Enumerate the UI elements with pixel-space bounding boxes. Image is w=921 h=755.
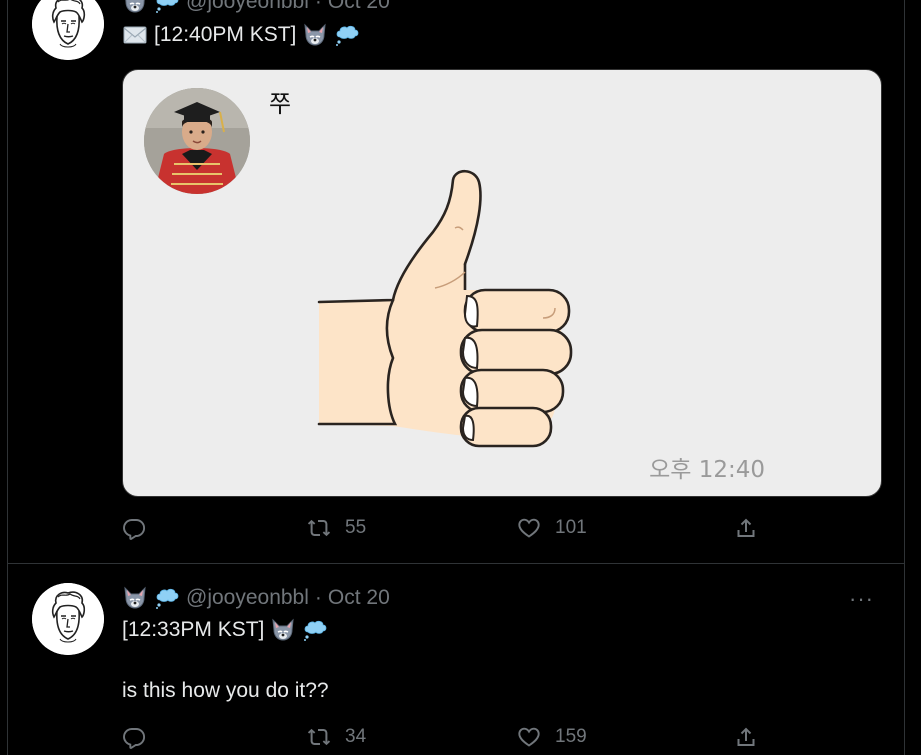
tweet[interactable]: @jooyeonbbl · Oct 20 ··· [12:33PM KST] i… (8, 564, 904, 755)
tweet-actions: 34 159 (122, 725, 772, 755)
heart-icon (517, 725, 541, 749)
tweet-body: is this how you do it?? (122, 679, 329, 702)
thought-balloon-emoji-icon (154, 0, 180, 14)
tweet[interactable]: @jooyeonbbl · Oct 20 [12:40PM KST] 쭈 오후 … (8, 0, 904, 564)
chat-sender-avatar (144, 88, 250, 194)
tweet-date[interactable]: Oct 20 (328, 586, 390, 610)
like-count: 101 (555, 517, 587, 538)
more-options-button[interactable]: ··· (849, 586, 874, 612)
like-button[interactable]: 159 (517, 725, 587, 749)
tweet-text-prefix: [12:33PM KST] (122, 618, 265, 641)
author-handle[interactable]: @jooyeonbbl (186, 0, 309, 14)
retweet-count: 34 (345, 726, 367, 747)
envelope-emoji-icon (122, 23, 148, 47)
tweet-actions: 55 101 (122, 516, 772, 546)
heart-icon (517, 516, 541, 540)
tweet-date[interactable]: Oct 20 (328, 0, 390, 14)
reply-button[interactable] (122, 516, 160, 540)
share-icon (734, 516, 758, 540)
retweet-icon (307, 516, 331, 540)
thought-balloon-emoji-icon (334, 23, 360, 47)
thought-balloon-emoji-icon (154, 586, 180, 610)
meta-separator: · (314, 0, 322, 13)
tweet-header: @jooyeonbbl · Oct 20 (122, 0, 390, 14)
reply-button[interactable] (122, 725, 160, 749)
chat-sender-name: 쭈 (269, 90, 292, 118)
tweet-header: @jooyeonbbl · Oct 20 (122, 586, 390, 610)
author-handle[interactable]: @jooyeonbbl (186, 586, 309, 610)
tweet-text-prefix: [12:40PM KST] (154, 23, 297, 46)
share-icon (734, 725, 758, 749)
author-avatar[interactable] (32, 583, 104, 655)
thought-balloon-emoji-icon (302, 618, 328, 642)
thumbs-up-icon (317, 169, 573, 448)
wolf-emoji-icon (270, 618, 296, 642)
timeline: @jooyeonbbl · Oct 20 [12:40PM KST] 쭈 오후 … (7, 0, 905, 755)
retweet-button[interactable]: 34 (307, 725, 366, 749)
retweet-icon (307, 725, 331, 749)
reply-icon (122, 725, 146, 749)
tweet-text-line: is this how you do it?? (122, 679, 329, 703)
wolf-emoji-icon (122, 586, 148, 610)
reply-icon (122, 516, 146, 540)
graduate-photo-icon (144, 88, 250, 194)
sketched-face-avatar-icon (32, 0, 104, 60)
wolf-emoji-icon (122, 0, 148, 14)
retweet-button[interactable]: 55 (307, 516, 366, 540)
sketched-face-avatar-icon (32, 583, 104, 655)
tweet-media-image[interactable]: 쭈 오후 12:40 (122, 69, 882, 497)
share-button[interactable] (734, 725, 758, 749)
tweet-text-line: [12:33PM KST] (122, 618, 328, 642)
wolf-emoji-icon (302, 23, 328, 47)
like-button[interactable]: 101 (517, 516, 587, 540)
meta-separator: · (314, 586, 322, 609)
author-avatar[interactable] (32, 0, 104, 60)
chat-message-time: 오후 12:40 (649, 457, 765, 483)
retweet-count: 55 (345, 517, 367, 538)
like-count: 159 (555, 726, 587, 747)
tweet-text: [12:40PM KST] (122, 23, 360, 47)
share-button[interactable] (734, 516, 758, 540)
